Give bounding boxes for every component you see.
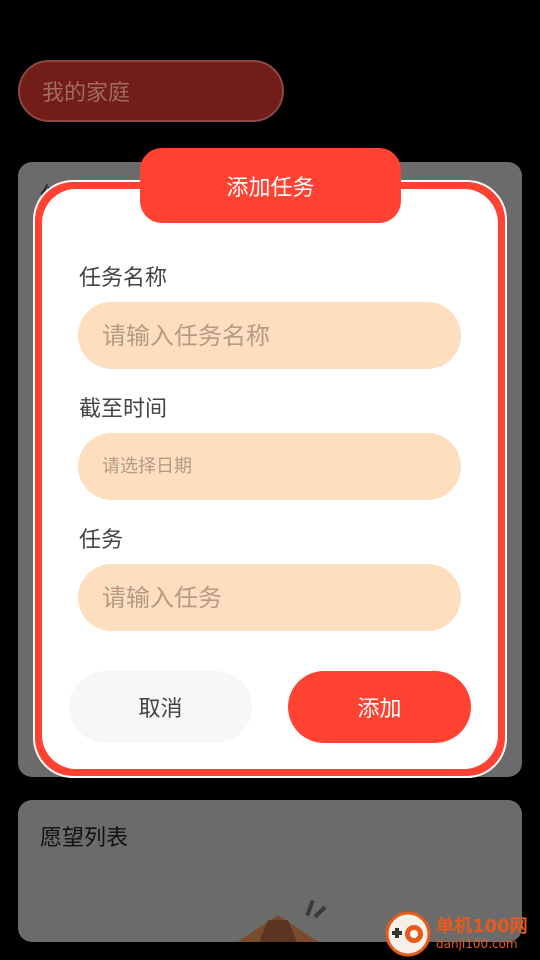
task-content-input[interactable]: [78, 564, 461, 631]
family-selector-label: 我的家庭: [42, 81, 131, 106]
deadline-label: 截至时间: [79, 397, 168, 422]
add-button[interactable]: 添加: [288, 671, 471, 743]
gift-box-icon: [237, 899, 327, 942]
watermark-logo-icon: [385, 911, 431, 957]
watermark: 单机100网 danji100.com: [384, 910, 534, 958]
family-selector[interactable]: 我的家庭: [18, 60, 284, 122]
watermark-title: 单机100网: [436, 916, 528, 937]
wish-list-title: 愿望列表: [40, 826, 129, 851]
task-content-label: 任务: [79, 528, 124, 553]
task-name-label: 任务名称: [79, 266, 168, 291]
watermark-text: 单机100网 danji100.com: [436, 916, 528, 952]
task-name-input[interactable]: [78, 302, 461, 369]
watermark-url: danji100.com: [436, 937, 518, 951]
cancel-button[interactable]: 取消: [69, 671, 252, 743]
dialog-title: 添加任务: [140, 148, 401, 223]
deadline-date-input[interactable]: [78, 433, 461, 500]
